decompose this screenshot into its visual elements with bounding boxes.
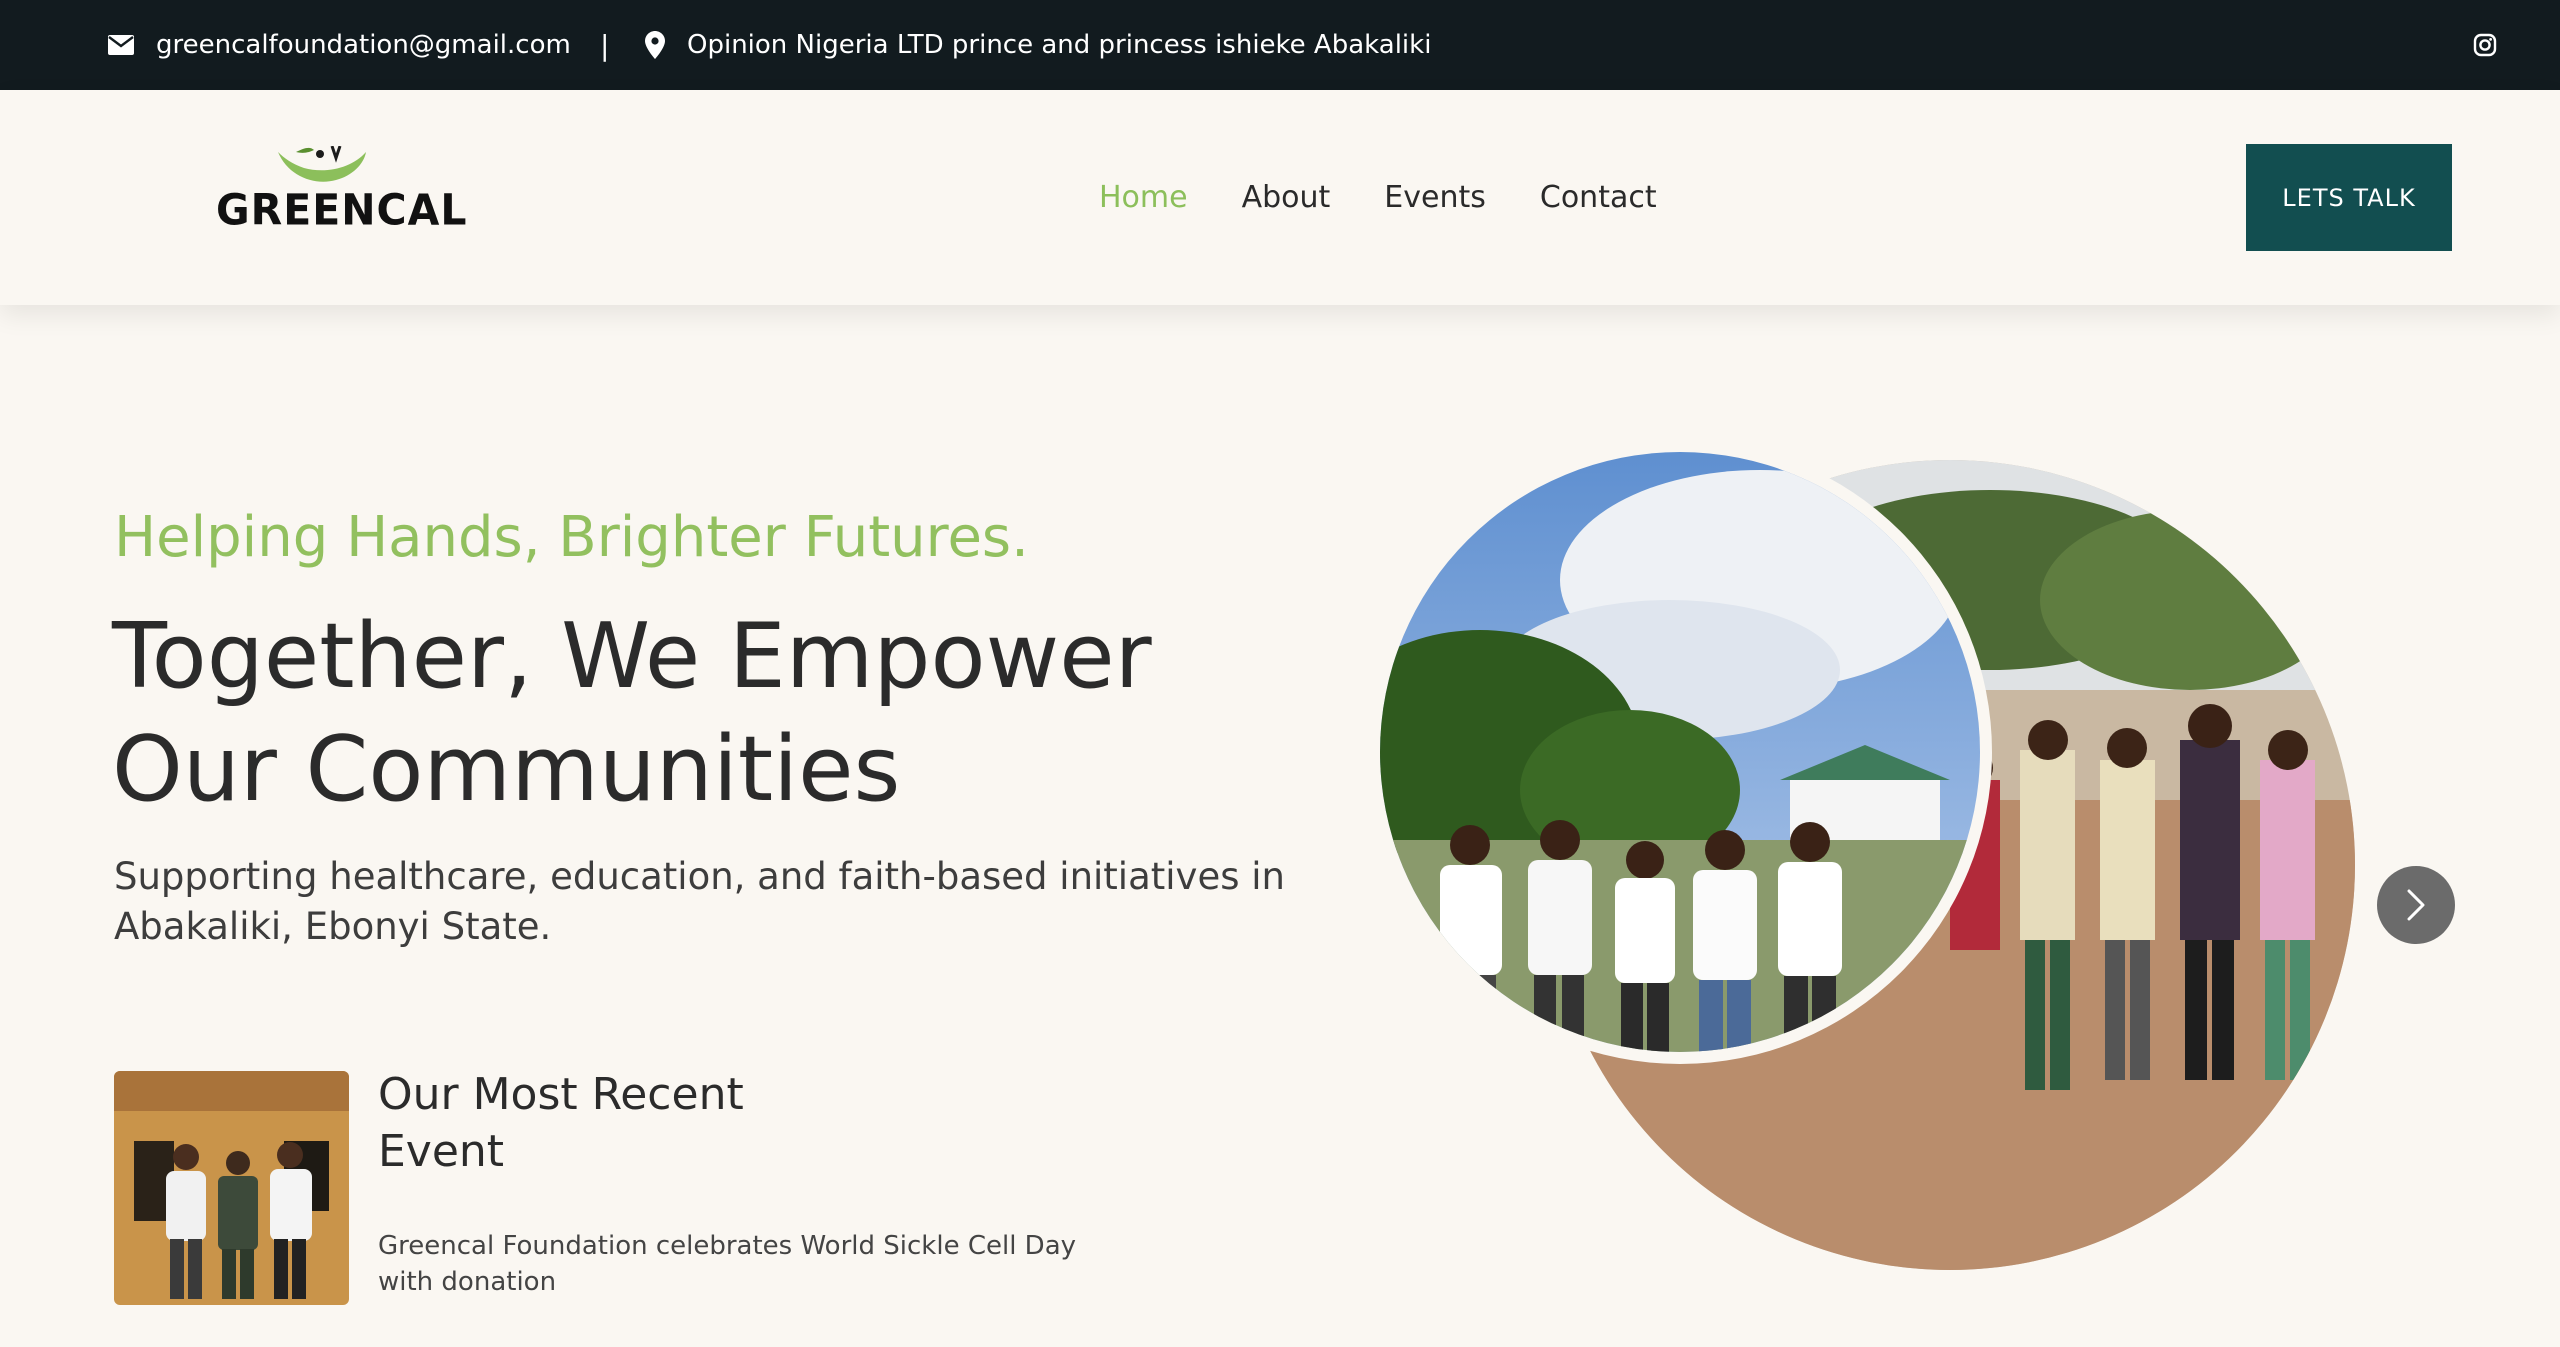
logo-wordmark: GREENCAL: [216, 184, 468, 236]
hero-tagline: Helping Hands, Brighter Futures.: [114, 505, 1029, 570]
hero-headline-line1: Together, We Empower: [112, 604, 1152, 709]
map-pin-icon: [645, 31, 665, 59]
contact-email[interactable]: greencalfoundation@gmail.com: [108, 0, 571, 90]
nav-link-about[interactable]: About: [1242, 180, 1331, 215]
instagram-icon[interactable]: [2466, 26, 2504, 64]
hero-photo-collage: [1368, 440, 2370, 1280]
top-info-bar: greencalfoundation@gmail.com | Opinion N…: [0, 0, 2560, 90]
hero-subtitle: Supporting healthcare, education, and fa…: [114, 855, 1285, 948]
chevron-right-icon: [2407, 889, 2425, 921]
main-navigation: GREENCAL Home About Events Contact LETS …: [0, 90, 2560, 305]
recent-event-title: Our Most Recent Event: [378, 1066, 838, 1180]
recent-event-thumbnail[interactable]: [114, 1071, 349, 1305]
hero-headline-line2: Our Communities: [112, 717, 901, 822]
contact-email-text: greencalfoundation@gmail.com: [156, 30, 571, 60]
hero-headline: Together, We Empower Our Communities: [112, 600, 1312, 826]
carousel-next-button[interactable]: [2377, 866, 2455, 944]
site-logo[interactable]: GREENCAL: [214, 146, 467, 256]
topbar-separator: |: [600, 28, 610, 62]
lets-talk-button[interactable]: LETS TALK: [2246, 144, 2452, 251]
recent-event-title-line1: Our Most Recent: [378, 1069, 744, 1120]
leaf-logo-icon: [278, 146, 366, 182]
nav-link-home[interactable]: Home: [1099, 180, 1188, 215]
recent-event-title-line2: Event: [378, 1126, 505, 1177]
recent-event-description[interactable]: Greencal Foundation celebrates World Sic…: [378, 1228, 1098, 1300]
nav-link-events[interactable]: Events: [1384, 180, 1486, 215]
contact-location: Opinion Nigeria LTD prince and princess …: [645, 0, 1431, 90]
nav-menu: Home About Events Contact: [1099, 90, 1657, 305]
envelope-icon: [108, 35, 134, 55]
nav-link-contact[interactable]: Contact: [1540, 180, 1657, 215]
contact-location-text: Opinion Nigeria LTD prince and princess …: [687, 30, 1432, 60]
